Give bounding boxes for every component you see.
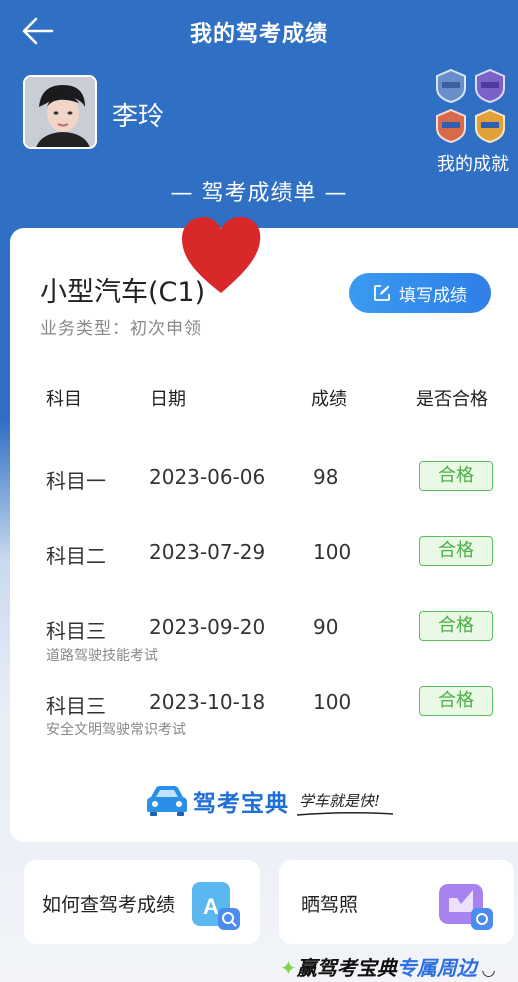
achievements-button[interactable]: 我的成就 [428,66,518,176]
column-header-subject: 科目 [46,389,82,410]
share-license-label: 晒驾照 [301,894,359,916]
brand-name: 驾考宝典 [193,791,289,817]
fill-score-label: 填写成绩 [399,285,467,306]
brand-slogan: 学车就是快! [299,792,381,810]
row-score: 90 [313,615,339,639]
sparkle-icon: ✦ [280,956,297,980]
svg-text:A: A [203,894,219,919]
sheet-title: — 驾考成绩单 — [170,181,348,206]
underline-swoosh-icon [296,811,394,816]
row-note: 道路驾驶技能考试 [46,648,158,664]
row-score: 100 [313,690,352,714]
share-license-tile[interactable]: 晒驾照 [279,860,514,944]
row-date: 2023-09-20 [149,615,266,639]
pass-badge: 合格 [419,611,493,641]
row-date: 2023-07-29 [149,540,266,564]
avatar[interactable] [23,75,97,149]
row-date: 2023-10-18 [149,690,266,714]
brand-logo: 驾考宝典 学车就是快! [145,780,405,820]
promo-text-1: 赢驾考宝典 [296,956,397,980]
how-to-check-tile[interactable]: 如何查驾考成绩 A [24,860,260,944]
row-note: 安全文明驾驶常识考试 [46,722,186,738]
row-subject: 科目一 [46,469,106,493]
business-type: 业务类型：初次申领 [40,319,202,339]
promo-text-2: 专属周边 [396,956,477,980]
smile-icon: ◡ [476,960,495,979]
column-header-result: 是否合格 [416,389,488,410]
car-logo-icon [147,786,187,816]
edit-icon [374,285,390,301]
row-score: 98 [313,465,339,489]
how-to-check-label: 如何查驾考成绩 [42,894,176,916]
row-subject: 科目三 [46,694,106,718]
row-subject: 科目二 [46,544,106,568]
pass-badge: 合格 [419,686,493,716]
promo-banner[interactable]: ✦赢驾考宝典专属周边 ◡ [280,952,518,982]
top-bar: 我的驾考成绩 [0,0,518,64]
badge-icon [436,68,466,104]
row-date: 2023-06-06 [149,465,266,489]
heart-sticker-icon [182,217,261,293]
badge-icon [475,108,505,144]
fill-score-button[interactable]: 填写成绩 [349,273,491,313]
achievements-label: 我的成就 [437,154,509,175]
pass-badge: 合格 [419,536,493,566]
page-title: 我的驾考成绩 [189,22,328,47]
search-doc-icon: A [192,882,240,930]
pass-badge: 合格 [419,461,493,491]
badge-icon [475,68,505,104]
column-header-score: 成绩 [311,389,347,410]
row-subject: 科目三 [46,619,106,643]
photo-share-icon [439,884,493,930]
avatar-image [25,77,95,147]
column-header-date: 日期 [150,389,186,410]
badge-icon [436,108,466,144]
row-score: 100 [313,540,352,564]
user-name: 李玲 [112,102,165,132]
